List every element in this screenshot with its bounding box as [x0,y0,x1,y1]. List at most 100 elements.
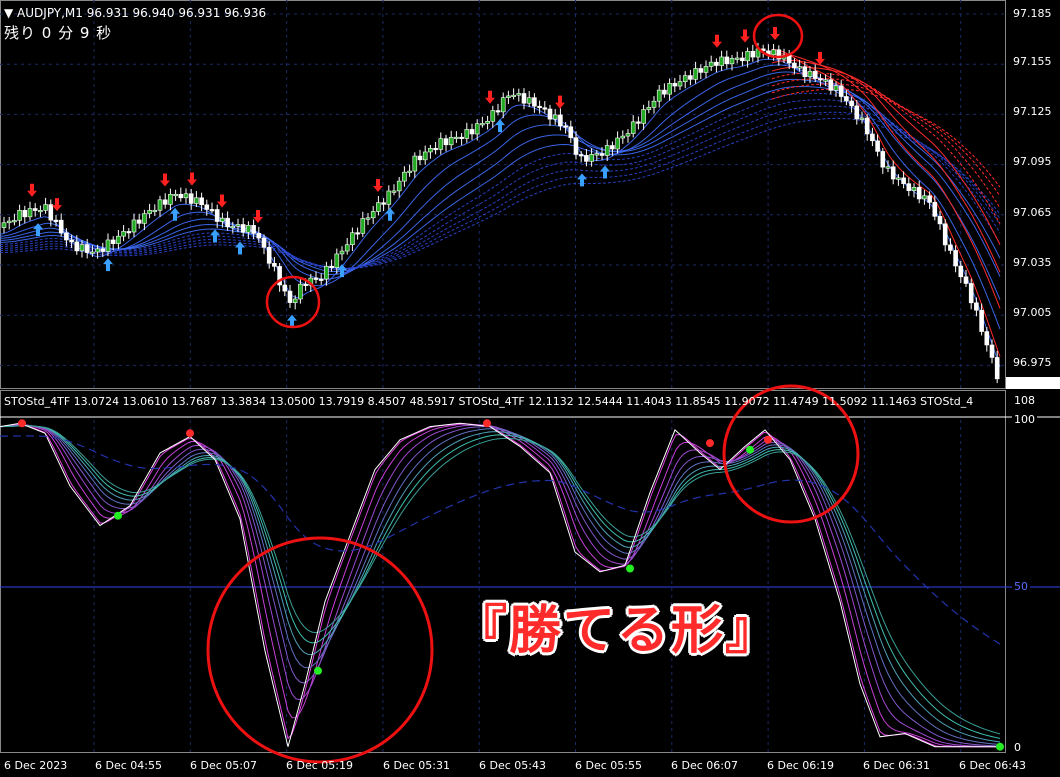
bear-candle [521,93,527,104]
bull-candle [396,180,402,192]
bull-candle [131,219,137,233]
stoch-main-line [0,422,1000,748]
bear-candle [162,199,168,205]
price-tick: 97.005 [1013,306,1052,319]
bear-candle [495,110,501,113]
bear-candle [568,126,574,138]
sell-arrow-icon [485,90,495,104]
bull-candle [360,218,366,234]
bear-candle [880,151,886,168]
bull-candle [344,244,350,252]
bear-candle [792,62,797,69]
bear-candle [724,56,730,65]
bull-candle [594,153,600,156]
bull-candle [402,171,407,182]
bear-candle [287,290,293,303]
bull-candle [365,217,371,220]
bull-candle [677,81,683,87]
symbol-header: ▼ AUDJPY,M1 96.931 96.940 96.931 96.936 [4,6,267,20]
bear-candle [599,153,605,156]
bear-candle [989,344,995,358]
sell-arrow-icon [187,172,197,186]
bear-candle [537,105,542,109]
bear-candle [974,302,979,311]
bull-candle [656,89,662,102]
bull-candle [516,93,522,96]
time-tick: 6 Dec 04:55 [95,759,162,772]
buy-arrow-icon [103,258,113,272]
bull-candle [168,194,173,205]
bear-candle [875,140,880,152]
signal-dot [996,742,1004,751]
bear-candle [126,231,132,234]
bull-candle [79,244,85,252]
bear-candle [355,232,360,235]
bear-candle [256,233,262,239]
bear-candle [968,283,974,304]
bear-candle [110,239,116,244]
time-tick: 6 Dec 06:19 [767,759,834,772]
bear-candle [204,204,210,210]
price-tick: 97.095 [1013,155,1052,168]
sell-arrow-icon [373,178,383,192]
bear-candle [48,204,54,221]
bull-candle [116,235,121,244]
indicator-tick: 100 [1012,413,1037,426]
bull-candle [708,61,714,67]
bull-candle [797,66,802,69]
buy-arrow-icon [577,173,587,187]
bear-candle [906,183,912,191]
bear-candle [313,277,319,280]
bear-candle [542,107,548,110]
bull-candle [859,117,865,120]
bull-candle [682,75,688,82]
buy-arrow-icon [385,207,395,221]
sell-arrow-icon [815,51,825,65]
bull-candle [490,110,496,122]
bull-candle [334,253,340,268]
ma-ribbon-red-line [771,59,1001,273]
bull-candle [552,114,558,120]
bear-candle [303,283,308,286]
bull-candle [448,137,454,146]
ma-ribbon-red-line [771,88,1001,188]
time-tick: 6 Dec 05:31 [383,759,450,772]
bull-candle [833,85,839,91]
bear-candle [672,83,678,87]
bear-candle [282,284,288,292]
time-tick: 6 Dec 05:43 [479,759,546,772]
bear-candle [272,263,277,267]
bear-candle [578,154,584,157]
stoch-ribbon-line [0,423,1000,748]
bull-candle [885,166,891,169]
bull-candle [339,250,345,255]
bear-candle [58,219,64,234]
bear-candle [261,237,267,248]
bear-candle [984,331,990,346]
bear-candle [433,148,438,151]
bear-candle [69,239,74,243]
bear-candle [916,187,922,200]
bull-candle [391,190,397,193]
bear-candle [53,219,59,222]
bull-candle [500,97,506,113]
bull-candle [324,265,329,280]
bear-candle [958,265,964,278]
bull-candle [95,248,100,253]
bull-candle [105,239,111,252]
bull-candle [27,208,33,218]
bull-candle [230,225,236,229]
signal-dot [706,439,714,448]
bear-candle [136,219,142,224]
bull-candle [651,100,657,108]
bear-candle [662,89,667,95]
sell-arrow-icon [160,173,170,187]
sell-arrow-icon [52,198,62,212]
bear-candle [994,357,1000,380]
bull-candle [506,95,511,98]
bear-candle [927,195,932,203]
sub-frame [0,390,1006,753]
signal-dot [314,666,322,675]
bear-candle [838,85,844,97]
stoch-ribbon-line [0,425,1001,735]
